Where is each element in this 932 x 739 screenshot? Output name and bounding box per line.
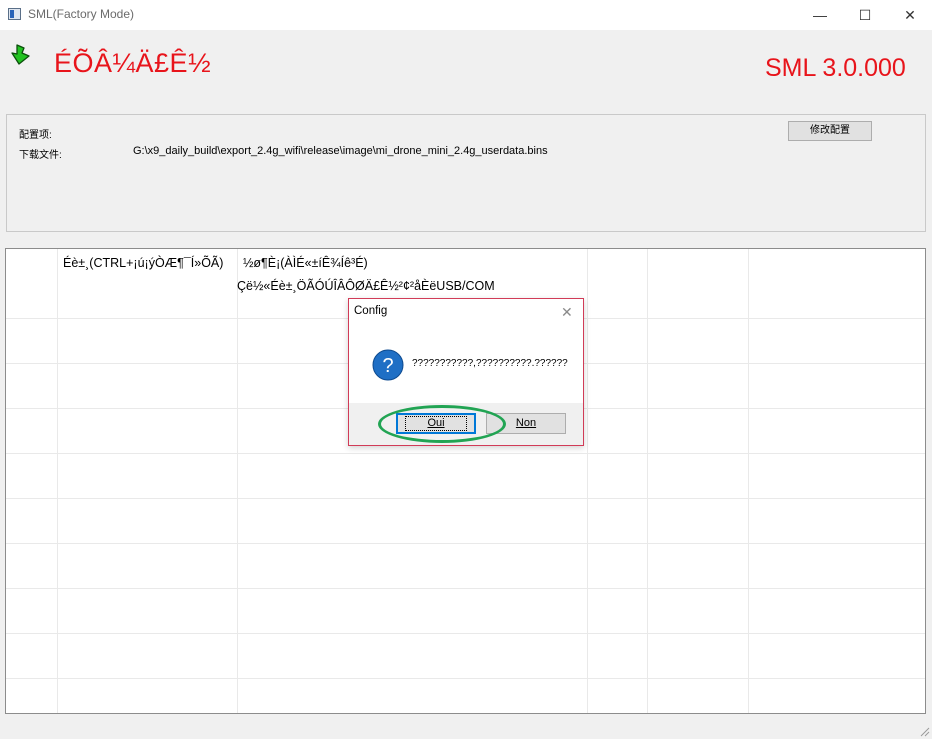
download-file-label: 下载文件: — [19, 150, 62, 161]
svg-text:?: ? — [382, 355, 393, 377]
config-item-label: 配置项: — [19, 130, 52, 141]
minimize-button[interactable]: — — [798, 0, 842, 30]
window-title: SML(Factory Mode) — [28, 7, 135, 21]
config-panel: 配置项: 下载文件: G:\x9_daily_build\export_2.4g… — [6, 114, 926, 232]
close-button[interactable]: ✕ — [888, 0, 932, 30]
green-down-arrow-icon — [11, 44, 30, 65]
grid-row-divider — [6, 498, 925, 499]
app-icon — [8, 8, 21, 20]
question-icon: ? — [372, 349, 404, 381]
grid-row-divider — [6, 588, 925, 589]
grid-row-divider — [6, 543, 925, 544]
brand-title: ÉÕÂ¼Ä£Ê½ — [54, 48, 212, 78]
grid-row-divider — [6, 633, 925, 634]
resize-grip-icon[interactable] — [918, 725, 930, 737]
title-bar: SML(Factory Mode) — ☐ ✕ — [0, 0, 932, 30]
dialog-close-icon[interactable]: ✕ — [561, 304, 573, 321]
grid-header-device: Éè±¸(CTRL+¡ú¡ýÒÆ¶¯Í»ÕÃ) — [63, 256, 224, 270]
download-file-path: G:\x9_daily_build\export_2.4g_wifi\relea… — [133, 145, 548, 157]
grid-row-divider — [6, 453, 925, 454]
maximize-button[interactable]: ☐ — [843, 0, 887, 30]
highlight-ellipse — [378, 405, 506, 443]
dialog-title: Config — [354, 305, 388, 317]
dialog-message: ???????????,??????????.?????? — [412, 358, 568, 369]
grid-instruction-text: Çë½«Éè±¸ÖÃÓÚÎÂÔØÄ£Ê½²¢²åÈëUSB/COM — [237, 279, 495, 293]
modify-config-button[interactable]: 修改配置 — [788, 121, 872, 141]
version-label: SML 3.0.000 — [765, 54, 906, 82]
grid-row-divider — [6, 678, 925, 679]
grid-header-progress: ½ø¶È¡(ÀÌÉ«±íÊ¾Íê³É) — [243, 256, 368, 270]
